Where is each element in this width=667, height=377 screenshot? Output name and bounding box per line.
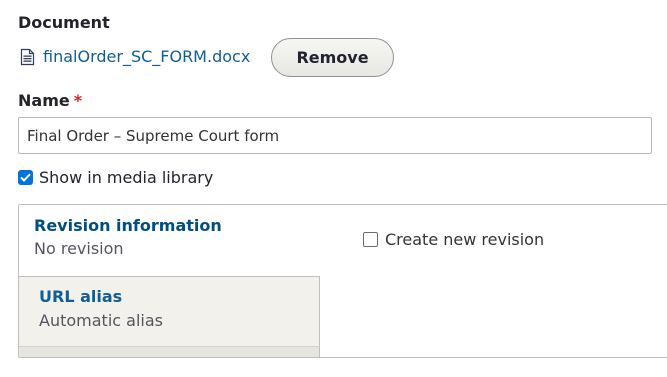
checkmark-icon [20, 173, 31, 182]
remove-button[interactable]: Remove [271, 38, 394, 77]
create-revision-label: Create new revision [385, 230, 545, 249]
vertical-tabs-panel: Revision information No revision URL ali… [18, 204, 667, 358]
create-new-revision-option[interactable]: Create new revision [363, 230, 544, 249]
tab-url-alias-title[interactable]: URL alias [39, 287, 122, 306]
vertical-tabs-menu: Revision information No revision URL ali… [19, 205, 320, 357]
tab-revision-title[interactable]: Revision information [34, 216, 222, 235]
file-row: finalOrder_SC_FORM.docx [20, 47, 250, 66]
document-label: Document [18, 13, 110, 32]
tab-url-alias-summary: Automatic alias [39, 311, 163, 330]
media-library-label: Show in media library [39, 168, 214, 187]
tab-revision-summary: No revision [34, 239, 124, 258]
name-label-text: Name [18, 91, 70, 110]
required-asterisk: * [73, 91, 83, 110]
media-library-checkbox[interactable] [18, 170, 33, 185]
document-file-icon [20, 48, 35, 66]
media-edit-form: Document finalOrder_SC_FORM.docx Remove … [0, 0, 667, 377]
show-in-media-library-option[interactable]: Show in media library [18, 168, 213, 187]
create-revision-checkbox[interactable] [363, 232, 378, 247]
tab-revision-information[interactable]: Revision information No revision [19, 205, 320, 276]
tab-next-partial[interactable] [19, 346, 320, 357]
name-label: Name * [18, 91, 82, 110]
file-link[interactable]: finalOrder_SC_FORM.docx [43, 47, 250, 66]
tab-url-alias[interactable]: URL alias Automatic alias [19, 276, 320, 357]
name-input[interactable] [18, 117, 652, 154]
